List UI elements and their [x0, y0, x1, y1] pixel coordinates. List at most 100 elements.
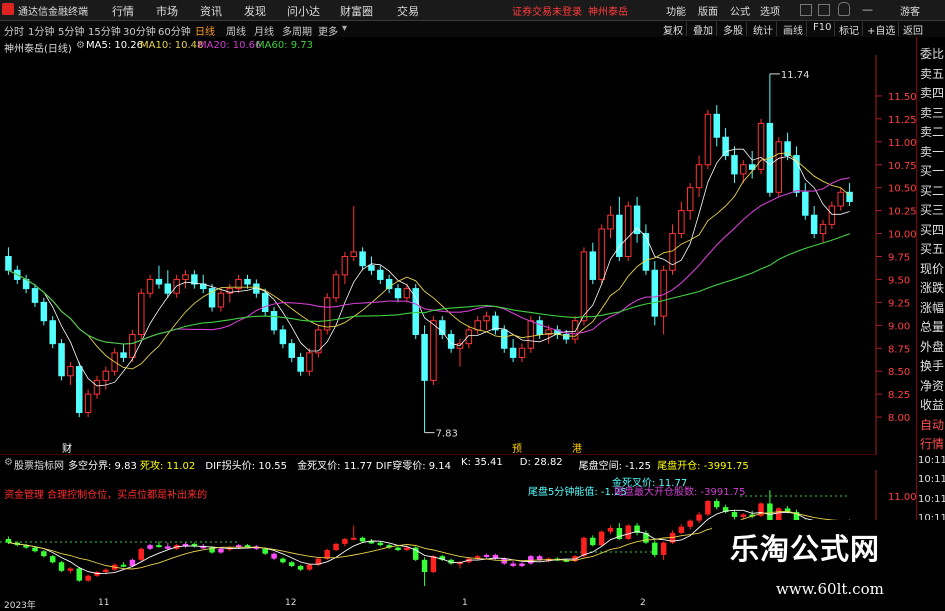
list-icon[interactable]: [818, 4, 830, 16]
period-multi[interactable]: 多周期: [282, 23, 312, 38]
period-more[interactable]: 更多: [318, 23, 338, 38]
menu-news[interactable]: 资讯: [200, 3, 222, 19]
indicator-value: D: 28.82: [519, 457, 563, 468]
candle: [31, 288, 39, 303]
menu-discover[interactable]: 发现: [244, 3, 266, 19]
multi-stock-button[interactable]: 多股: [720, 22, 747, 37]
candle: [102, 370, 110, 381]
indicator-block: [598, 531, 605, 546]
watermark-url: www.60lt.com: [776, 580, 884, 598]
side-panel-item[interactable]: 行情: [920, 435, 944, 452]
side-panel-item[interactable]: 涨跌: [920, 279, 944, 296]
side-panel-item[interactable]: 买四: [920, 221, 944, 238]
period-5min[interactable]: 5分钟: [58, 23, 84, 38]
candle: [164, 283, 172, 294]
side-panel-item[interactable]: 涨幅: [920, 299, 944, 316]
side-panel-item[interactable]: 外盘: [920, 338, 944, 355]
candle: [589, 251, 597, 280]
price-axis-label: 11.50: [888, 92, 916, 103]
settings-icon[interactable]: ⚙: [4, 457, 13, 468]
side-panel-item[interactable]: 卖一: [920, 143, 944, 160]
indicator-block: [581, 537, 587, 557]
menu-quotes[interactable]: 行情: [112, 3, 134, 19]
side-panel-item[interactable]: 买三: [920, 201, 944, 218]
indicator-block: [67, 568, 74, 571]
side-panel-item[interactable]: 买五: [920, 240, 944, 257]
panel-icon[interactable]: [800, 4, 812, 16]
period-60min[interactable]: 60分钟: [158, 23, 191, 38]
side-panel-item[interactable]: 买二: [920, 182, 944, 199]
period-15min[interactable]: 15分钟: [88, 23, 121, 38]
side-panel-item[interactable]: 自动: [920, 416, 944, 433]
stats-button[interactable]: 统计: [750, 22, 777, 37]
menu-options[interactable]: 选项: [760, 3, 780, 18]
menu-trade[interactable]: 交易: [397, 3, 419, 19]
side-panel-item[interactable]: 收益: [920, 396, 944, 413]
menu-function[interactable]: 功能: [666, 3, 686, 18]
chevron-down-icon[interactable]: ▾: [342, 23, 347, 34]
candle: [332, 274, 340, 299]
candle: [270, 311, 278, 331]
add-watchlist-button[interactable]: +自选: [864, 22, 900, 37]
indicator-block: [359, 537, 366, 542]
side-panel-item[interactable]: 卖二: [920, 123, 944, 140]
period-1min[interactable]: 1分钟: [28, 23, 54, 38]
candle: [137, 292, 145, 335]
side-panel-item[interactable]: 10:11: [918, 474, 945, 485]
indicator-block: [262, 548, 268, 554]
ma10-label: MA10: 10.48: [140, 40, 204, 51]
candle: [261, 292, 269, 313]
indicator-value: K: 35.41: [461, 457, 503, 468]
period-daily[interactable]: 日线: [195, 23, 215, 38]
draw-button[interactable]: 画线: [780, 22, 807, 37]
menu-wealth[interactable]: 财富圈: [340, 3, 373, 19]
menu-assistant[interactable]: 问小达: [287, 3, 320, 19]
indicator-block: [49, 556, 56, 563]
price-axis-label: 10.50: [888, 184, 916, 195]
back-button[interactable]: 返回: [900, 22, 926, 37]
menu-formula[interactable]: 公式: [730, 3, 750, 18]
login-warning[interactable]: 证券交易未登录: [512, 3, 582, 18]
indicator-block: [740, 514, 747, 517]
side-panel-item[interactable]: 买一: [920, 162, 944, 179]
f10-button[interactable]: F10: [810, 22, 836, 36]
menu-market[interactable]: 市场: [156, 3, 178, 19]
candle: [84, 393, 92, 413]
candle: [58, 343, 65, 377]
settings-icon[interactable]: ⚙: [76, 40, 85, 51]
side-panel-item[interactable]: 委比: [920, 45, 944, 62]
side-panel-item[interactable]: 10:11: [918, 494, 945, 505]
candle: [297, 356, 304, 372]
user-icon[interactable]: [838, 2, 850, 16]
adjust-button[interactable]: 复权: [660, 22, 687, 37]
side-panel-item[interactable]: 卖三: [920, 104, 944, 121]
minimize-icon[interactable]: —: [862, 3, 873, 16]
indicator-block: [306, 564, 313, 570]
guest-label[interactable]: 游客: [900, 3, 920, 18]
candle: [182, 274, 189, 280]
price-axis-label: 8.25: [888, 390, 910, 401]
candlestick-chart[interactable]: 11.50 11.25 11.00 10.75 10.50 10.25 10.00 9.75 9…: [0, 55, 916, 455]
period-monthly[interactable]: 月线: [254, 23, 274, 38]
mark-button[interactable]: 标记: [836, 22, 863, 37]
period-30min[interactable]: 30分钟: [123, 23, 156, 38]
side-panel-item[interactable]: 卖四: [920, 84, 944, 101]
period-intraday[interactable]: 分时: [4, 23, 24, 38]
overlay-button[interactable]: 叠加: [690, 22, 717, 37]
side-panel-item[interactable]: 卖五: [920, 65, 944, 82]
side-panel-item[interactable]: 净资: [920, 377, 944, 394]
price-axis-label: 9.00: [888, 321, 910, 332]
price-axis-label: 9.50: [888, 275, 910, 286]
indicator-block: [404, 547, 410, 551]
candle: [465, 329, 473, 345]
indicator-block: [280, 558, 286, 563]
indicator-block: [510, 563, 516, 566]
side-panel-item[interactable]: 换手: [920, 357, 944, 374]
menu-layout[interactable]: 版面: [698, 3, 718, 18]
side-panel-item[interactable]: 现价: [920, 260, 944, 277]
side-panel-item[interactable]: 10:11: [918, 455, 945, 466]
side-panel-item[interactable]: 总量: [920, 318, 944, 335]
period-weekly[interactable]: 周线: [226, 23, 246, 38]
indicator-block: [696, 514, 702, 521]
indicator-block: [590, 537, 596, 546]
